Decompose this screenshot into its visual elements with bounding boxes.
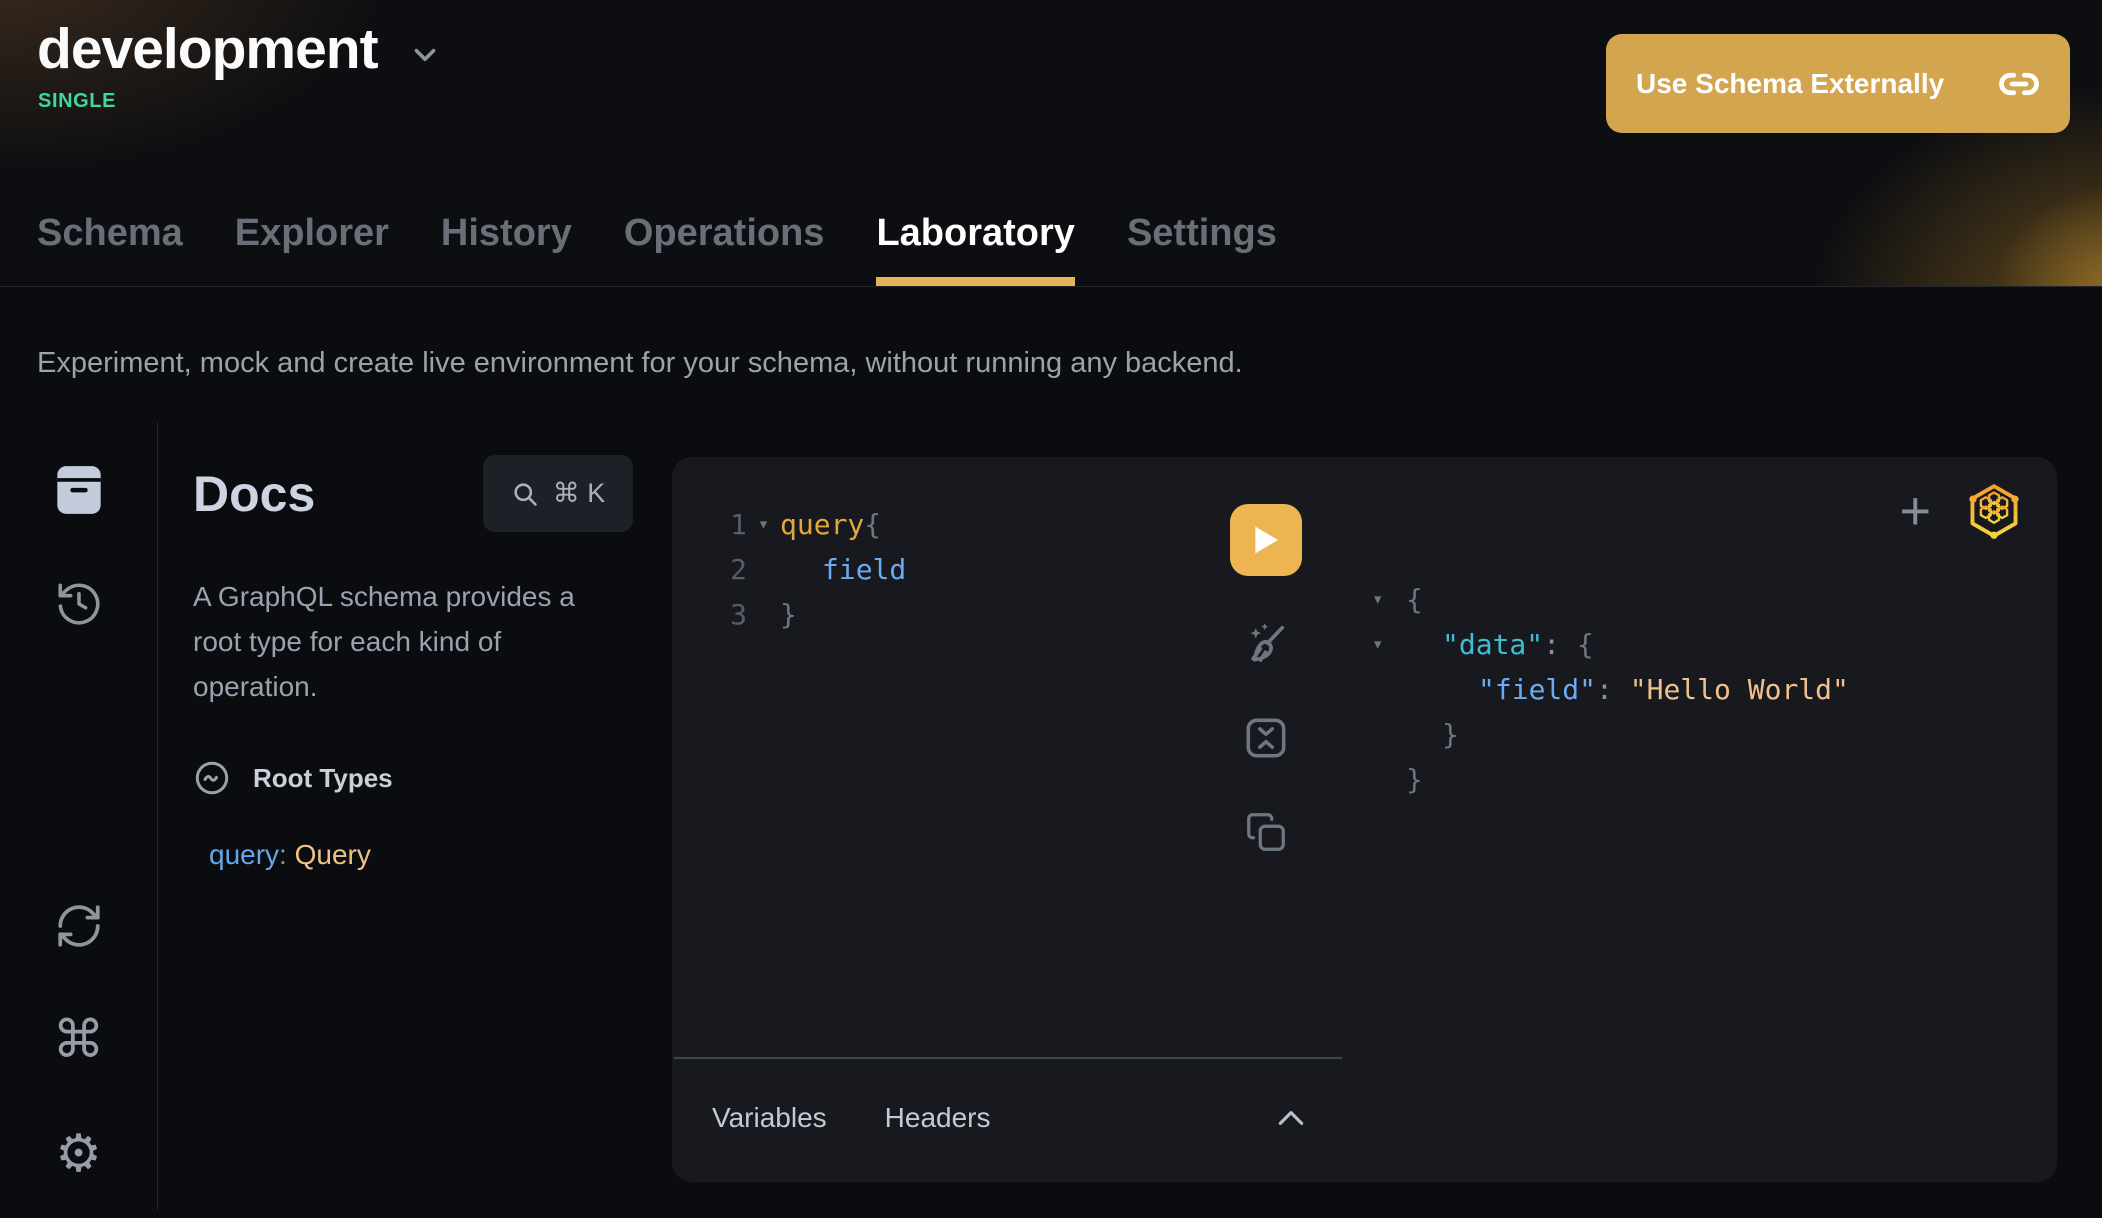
tab-schema[interactable]: Schema [37, 212, 183, 286]
link-icon [1998, 63, 2040, 105]
docs-panel: Docs ⌘ K A GraphQL schema provides a roo… [158, 422, 663, 1210]
fold-arrow-icon[interactable]: ▾ [1372, 577, 1406, 622]
query-editor-pane: 1 ▾ query{ 2 field 3 } Variables Hea [672, 457, 1342, 1182]
page-header: development SINGLE Use Schema Externally… [0, 0, 2102, 287]
docs-search-button[interactable]: ⌘ K [483, 455, 633, 532]
root-type-query-link[interactable]: query: Query [193, 839, 633, 871]
chevron-down-icon[interactable] [408, 38, 442, 72]
use-schema-externally-button[interactable]: Use Schema Externally [1606, 34, 2070, 133]
execute-query-button[interactable] [1230, 504, 1302, 576]
tab-settings[interactable]: Settings [1127, 212, 1277, 286]
left-icon-rail: ⌘ ⚙ [0, 422, 158, 1210]
tab-operations[interactable]: Operations [624, 212, 825, 286]
editor-bottom-bar: Variables Headers [672, 1059, 1342, 1182]
tab-laboratory[interactable]: Laboratory [876, 212, 1074, 286]
laboratory-content: ⌘ ⚙ Docs ⌘ K A GraphQL schema provides a… [0, 422, 2102, 1210]
schema-description: A GraphQL schema provides a root type fo… [193, 574, 601, 709]
laboratory-panel: 1 ▾ query{ 2 field 3 } Variables Hea [672, 457, 2057, 1182]
hive-logo-icon[interactable] [1967, 483, 2021, 539]
copy-query-icon[interactable] [1240, 806, 1292, 858]
response-line: ▾ { [1372, 577, 2057, 622]
page-subtitle: Experiment, mock and create live environ… [0, 287, 2102, 380]
response-pane: ▾ { ▾ "data": { "field": "Hello World" }… [1342, 457, 2057, 1182]
root-types-label: Root Types [253, 763, 393, 794]
use-schema-externally-label: Use Schema Externally [1636, 68, 1944, 100]
tab-headers[interactable]: Headers [885, 1102, 991, 1134]
tab-history[interactable]: History [441, 212, 572, 286]
main-tabs: Schema Explorer History Operations Labor… [37, 212, 1277, 286]
command-shortcuts-icon[interactable]: ⌘ [53, 1014, 105, 1066]
docs-icon[interactable] [53, 464, 105, 516]
prettify-icon[interactable] [1240, 618, 1292, 670]
merge-fragments-icon[interactable] [1240, 712, 1292, 764]
refresh-icon[interactable] [53, 900, 105, 952]
search-icon [511, 480, 539, 508]
response-line: "field": "Hello World" [1372, 667, 2057, 712]
root-types-section: Root Types [193, 759, 633, 797]
panel-top-actions: + [1899, 483, 2021, 539]
gear-icon[interactable]: ⚙ [53, 1128, 105, 1180]
response-line: } [1372, 757, 2057, 802]
response-line: } [1372, 712, 2057, 757]
tab-variables[interactable]: Variables [712, 1102, 827, 1134]
collapse-panel-button[interactable] [1275, 1108, 1307, 1128]
docs-title: Docs [193, 465, 315, 523]
tab-explorer[interactable]: Explorer [235, 212, 389, 286]
response-line: ▾ "data": { [1372, 622, 2057, 667]
history-icon[interactable] [53, 578, 105, 630]
fold-arrow-icon[interactable]: ▾ [1372, 622, 1406, 667]
add-tab-button[interactable]: + [1899, 484, 1931, 538]
search-shortcut-label: ⌘ K [553, 478, 606, 509]
editor-toolbar [1230, 504, 1302, 858]
fold-arrow-icon[interactable]: ▾ [747, 502, 780, 547]
project-title: development [37, 16, 378, 82]
root-types-icon [193, 759, 231, 797]
